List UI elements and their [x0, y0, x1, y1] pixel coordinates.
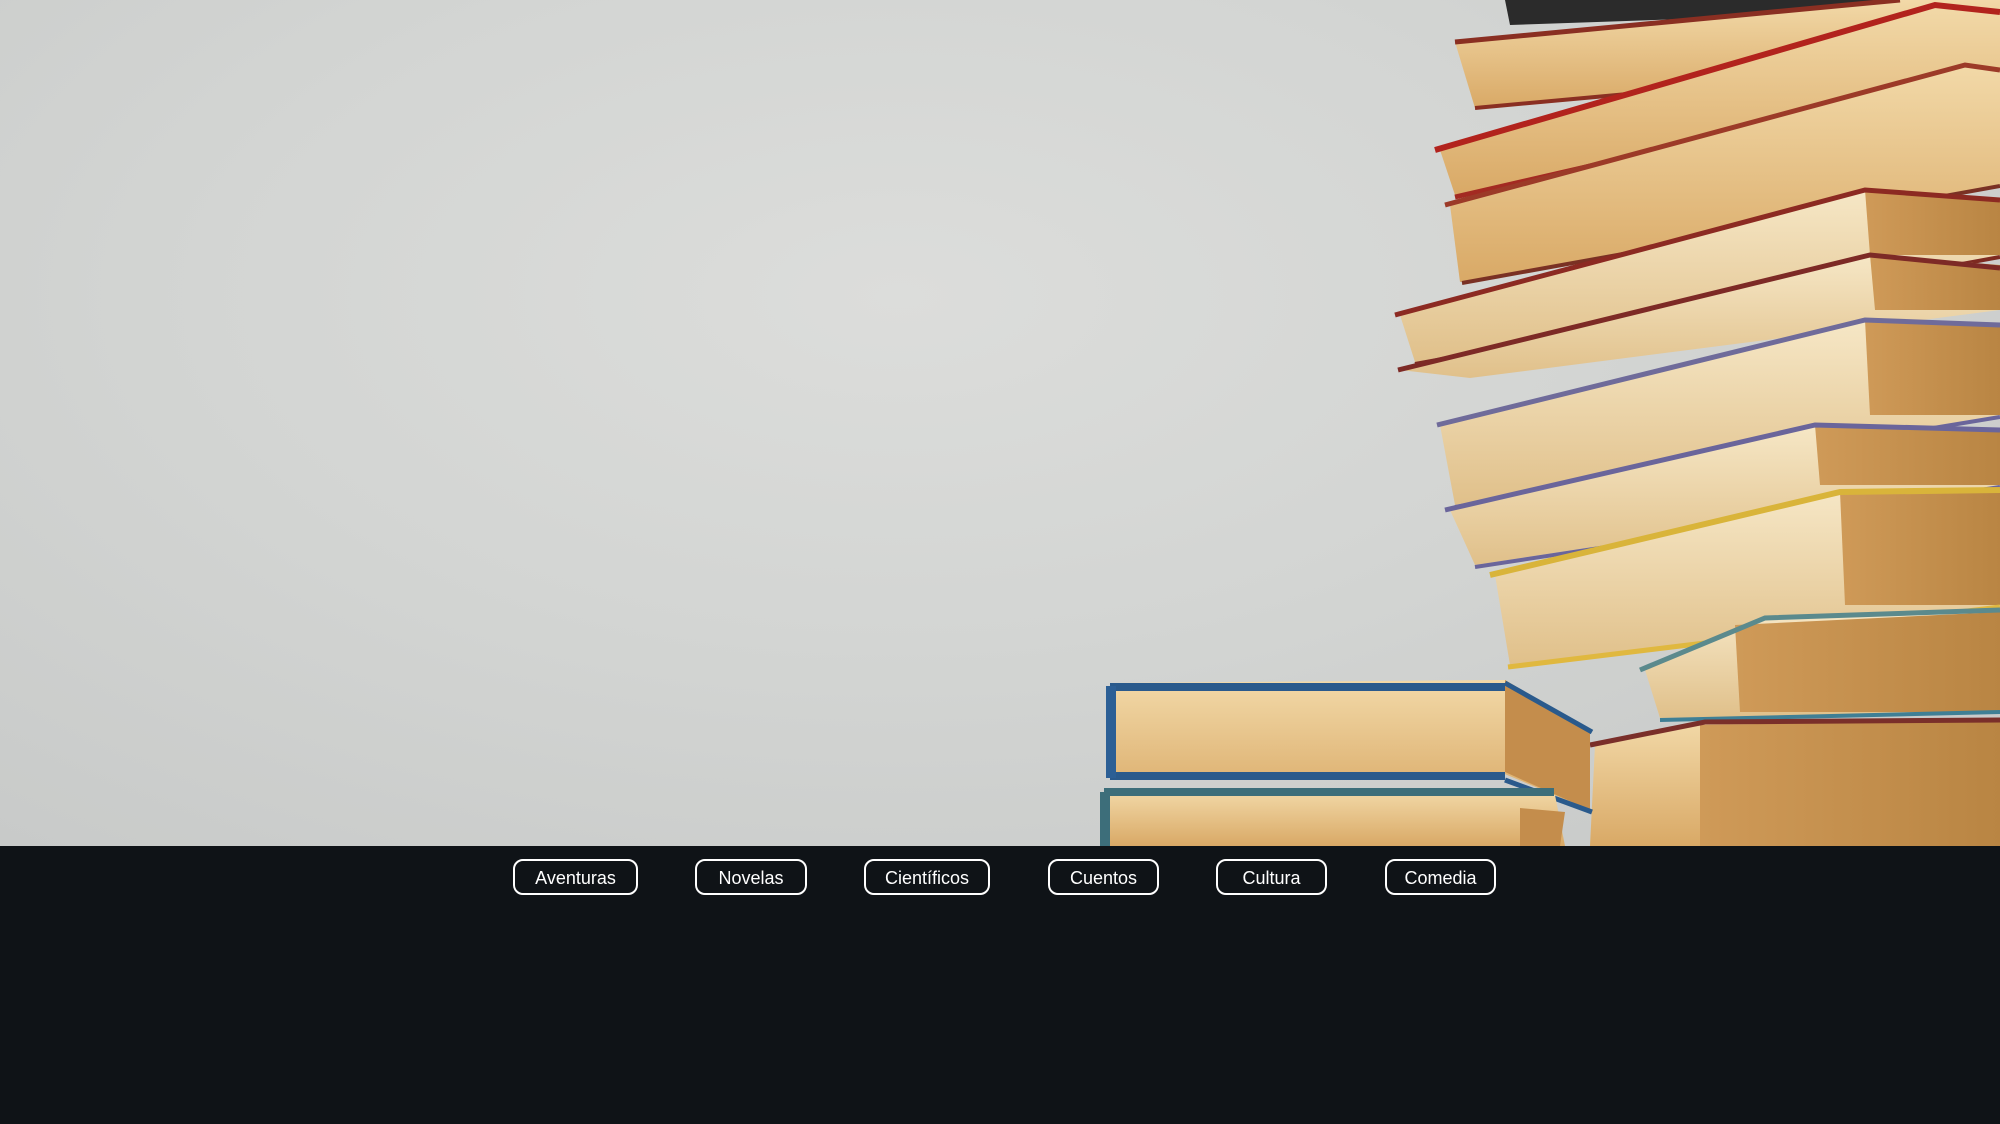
hero-banner: [0, 0, 2000, 846]
category-button-cuentos[interactable]: Cuentos: [1048, 859, 1159, 895]
category-button-novelas[interactable]: Novelas: [695, 859, 807, 895]
category-nav: Aventuras Novelas Científicos Cuentos Cu…: [0, 846, 2000, 1124]
category-button-comedia[interactable]: Comedia: [1385, 859, 1496, 895]
category-button-cientificos[interactable]: Científicos: [864, 859, 990, 895]
category-button-aventuras[interactable]: Aventuras: [513, 859, 638, 895]
page: Aventuras Novelas Científicos Cuentos Cu…: [0, 0, 2000, 1124]
books-stack-image: [1100, 0, 2000, 846]
category-button-cultura[interactable]: Cultura: [1216, 859, 1327, 895]
